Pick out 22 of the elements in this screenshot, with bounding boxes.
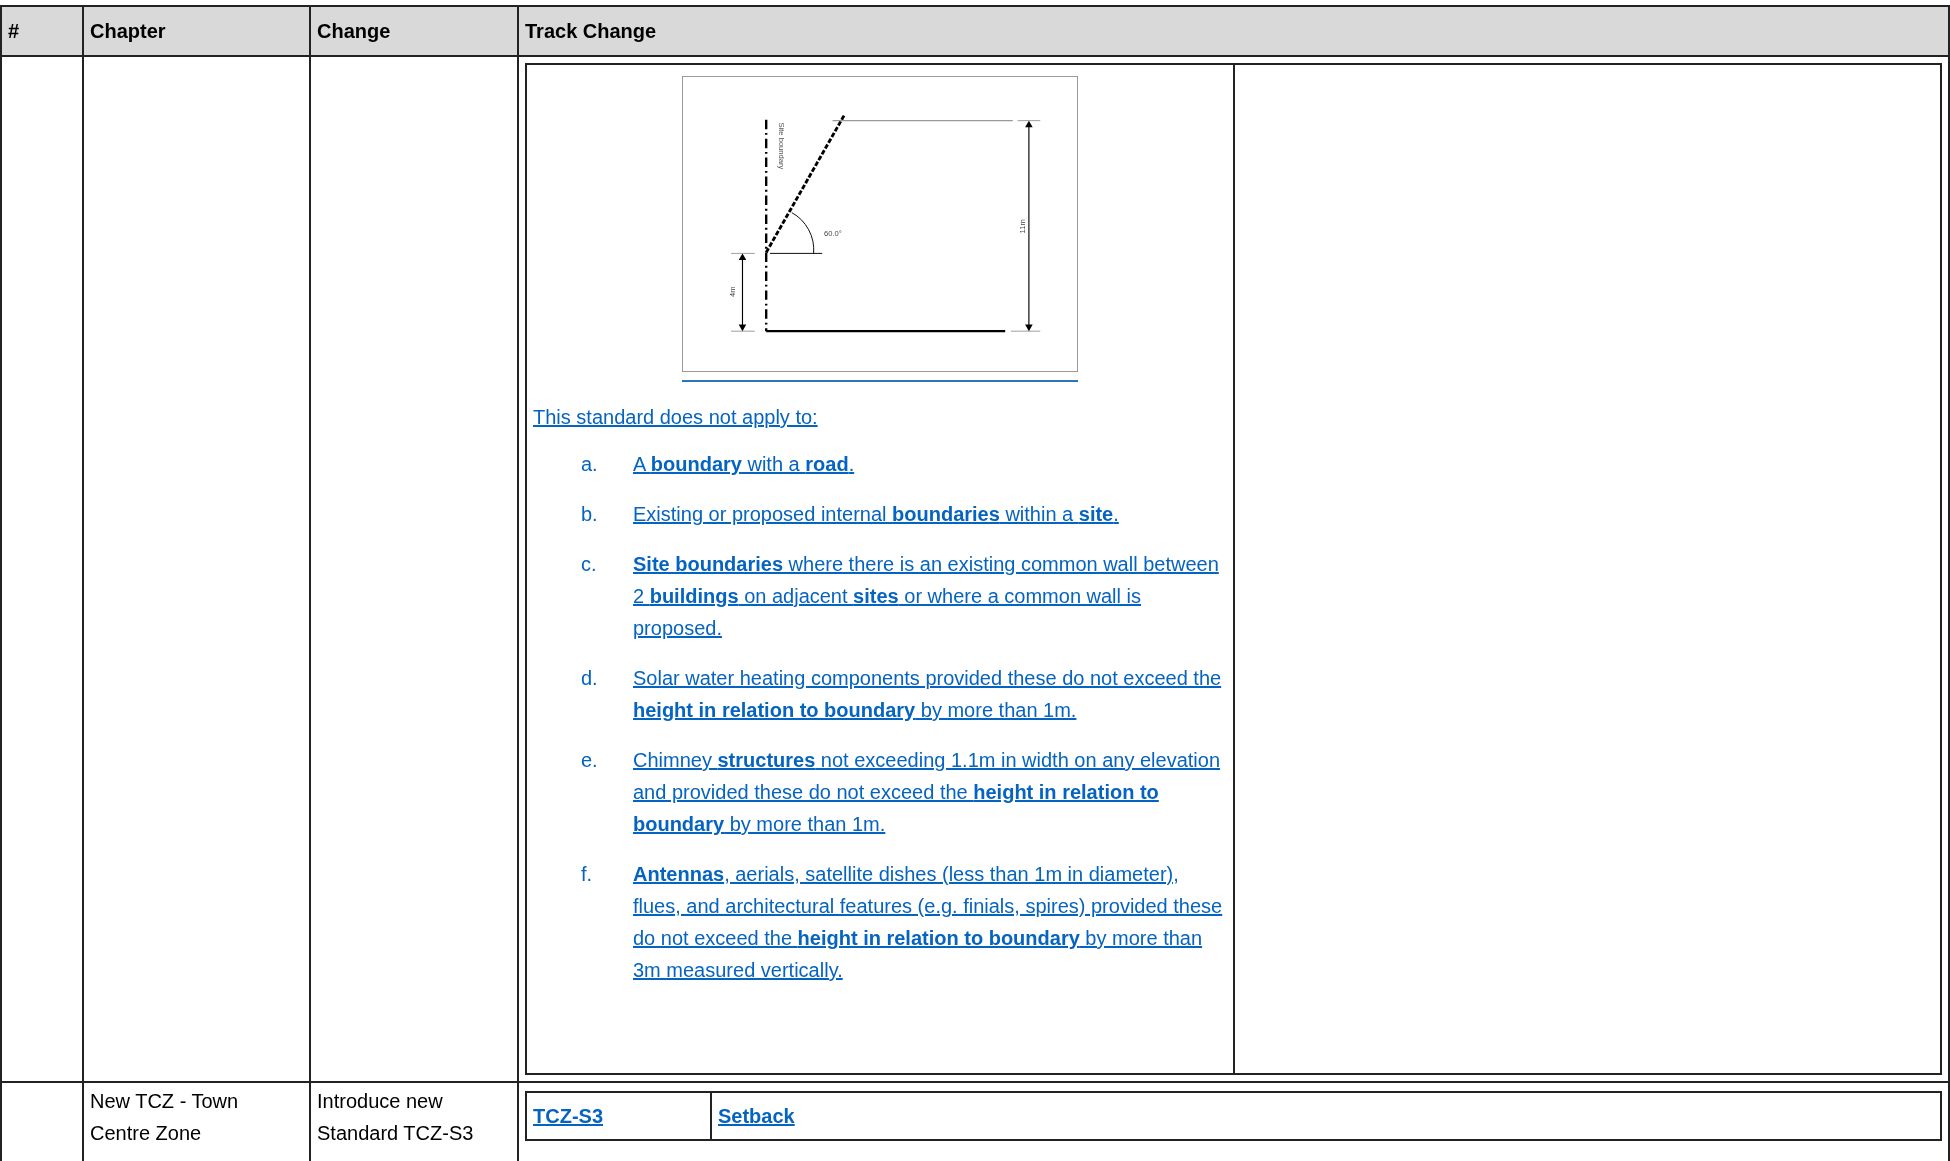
list-letter: e.	[580, 748, 599, 773]
list-letter: a.	[580, 452, 599, 477]
exclusion-text: Antennas, aerials, satellite dishes (less than 1m in diameter), flues, and architectural features (e.g. finials, spires) provided these do not exceed the height in relation to boundary by more than 3m measured vertically.	[633, 862, 1224, 983]
intro-text: This standard does not apply to:	[533, 405, 819, 430]
column-header: #	[1, 6, 83, 56]
height-boundary-drawing: Site boundary 60.0° 11m 4m	[683, 77, 1077, 371]
exclusion-text: Site boundaries where there is an existing common wall between 2 buildings on adjacent sites or where a common wall is proposed.	[633, 552, 1220, 641]
exclusion-text: Solar water heating components provided these do not exceed the height in relation to boundary by more than 1m.	[633, 666, 1223, 723]
column-header: Chapter	[83, 6, 310, 56]
exclusion-text: A boundary with a road.	[633, 452, 856, 477]
exclusion-text: Existing or proposed internal boundaries within a site.	[633, 502, 1120, 527]
list-letter: c.	[580, 552, 598, 577]
list-letter: d.	[580, 666, 599, 691]
change-cell: Introduce new Standard TCZ-S3	[317, 1090, 474, 1144]
column-header: Track Change	[518, 6, 1949, 56]
standard-code-link[interactable]: TCZ-S3	[533, 1100, 603, 1132]
column-header: Change	[310, 6, 518, 56]
list-letter: b.	[580, 502, 599, 527]
standard-title-link[interactable]: Setback	[718, 1105, 795, 1127]
exclusion-text: Chimney structures not exceeding 1.1m in width on any elevation and provided these do not exceed the height in relation to boundary by more than 1m.	[633, 748, 1221, 837]
chapter-cell: New TCZ - Town Centre Zone	[90, 1090, 239, 1144]
list-letter: f.	[580, 862, 594, 887]
